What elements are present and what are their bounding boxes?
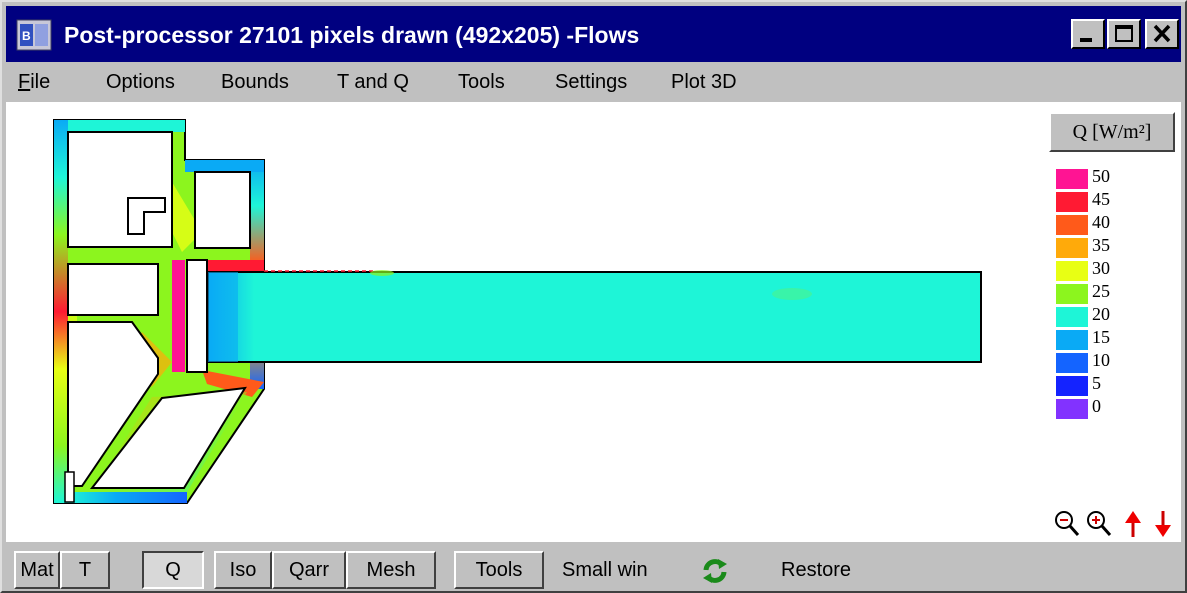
legend-swatch (1056, 169, 1088, 189)
window-title: Post-processor 27101 pixels drawn (492x2… (64, 22, 640, 48)
maximize-button[interactable] (1107, 19, 1141, 49)
legend-row: 30 (1056, 258, 1176, 281)
legend-swatch (1056, 307, 1088, 327)
iso-button[interactable]: Iso (214, 551, 272, 589)
heat-flow-plot[interactable] (6, 102, 1181, 542)
scale-down-icon[interactable] (1148, 507, 1178, 541)
q-button[interactable]: Q (142, 551, 204, 589)
svg-text:B: B (22, 29, 31, 43)
legend-swatch (1056, 399, 1088, 419)
legend-swatch (1056, 238, 1088, 258)
legend-swatch (1056, 261, 1088, 281)
legend-swatch (1056, 376, 1088, 396)
close-icon (1153, 24, 1171, 43)
legend-value: 25 (1092, 281, 1110, 301)
legend-row: 45 (1056, 189, 1176, 212)
scale-up-icon[interactable] (1118, 507, 1148, 541)
qarr-button[interactable]: Qarr (272, 551, 346, 589)
legend-row: 40 (1056, 212, 1176, 235)
legend-value: 30 (1092, 258, 1110, 278)
legend-row: 35 (1056, 235, 1176, 258)
restore-button[interactable]: Restore (781, 551, 851, 589)
legend-value: 35 (1092, 235, 1110, 255)
bottom-toolbar: Mat T Q Iso Qarr Mesh Tools Small win Re… (6, 547, 1181, 593)
menu-bar: File Options Bounds T and Q Tools Settin… (6, 64, 1181, 102)
menu-bounds[interactable]: Bounds (221, 64, 289, 102)
legend-row: 25 (1056, 281, 1176, 304)
zoom-toolbar (1052, 507, 1181, 541)
mesh-button[interactable]: Mesh (346, 551, 436, 589)
legend-value: 50 (1092, 166, 1110, 186)
title-bar[interactable]: B Post-processor 27101 pixels drawn (492… (6, 6, 1181, 62)
menu-settings[interactable]: Settings (555, 64, 627, 102)
app-icon[interactable]: B (16, 18, 52, 52)
legend-swatch (1056, 284, 1088, 304)
plot-canvas[interactable]: Q [W/m²] 50 45 40 35 30 25 20 15 10 5 0 (6, 102, 1181, 542)
menu-tools[interactable]: Tools (458, 64, 505, 102)
maximize-icon (1115, 25, 1133, 42)
minimize-button[interactable] (1071, 19, 1105, 49)
zoom-out-icon[interactable] (1052, 507, 1082, 541)
legend-row: 50 (1056, 166, 1176, 189)
legend-row: 15 (1056, 327, 1176, 350)
menu-plot-3d[interactable]: Plot 3D (671, 64, 737, 102)
legend-value: 45 (1092, 189, 1110, 209)
refresh-icon[interactable] (700, 557, 730, 585)
tools-button[interactable]: Tools (454, 551, 544, 589)
close-button[interactable] (1145, 19, 1179, 49)
legend-value: 5 (1092, 373, 1101, 393)
t-button[interactable]: T (60, 551, 110, 589)
legend-value: 20 (1092, 304, 1110, 324)
small-win-toggle[interactable]: Small win (562, 551, 648, 589)
minimize-icon (1080, 38, 1092, 42)
legend-swatch (1056, 192, 1088, 212)
legend-row: 0 (1056, 396, 1176, 419)
legend-swatch (1056, 353, 1088, 373)
menu-file-rest: ile (30, 71, 51, 93)
legend-value: 40 (1092, 212, 1110, 232)
menu-t-and-q[interactable]: T and Q (337, 64, 409, 102)
menu-file-mnemonic: F (18, 71, 31, 93)
zoom-in-icon[interactable] (1084, 507, 1114, 541)
legend-unit-button[interactable]: Q [W/m²] (1049, 112, 1175, 152)
legend-row: 20 (1056, 304, 1176, 327)
legend-swatch (1056, 215, 1088, 235)
legend-value: 15 (1092, 327, 1110, 347)
legend-row: 5 (1056, 373, 1176, 396)
mat-button[interactable]: Mat (14, 551, 60, 589)
legend-swatch (1056, 330, 1088, 350)
color-legend: 50 45 40 35 30 25 20 15 10 5 0 (1056, 166, 1176, 419)
menu-options[interactable]: Options (106, 64, 175, 102)
menu-file[interactable]: File (18, 64, 50, 102)
legend-value: 10 (1092, 350, 1110, 370)
legend-value: 0 (1092, 396, 1101, 416)
app-window: B Post-processor 27101 pixels drawn (492… (0, 0, 1187, 593)
legend-row: 10 (1056, 350, 1176, 373)
